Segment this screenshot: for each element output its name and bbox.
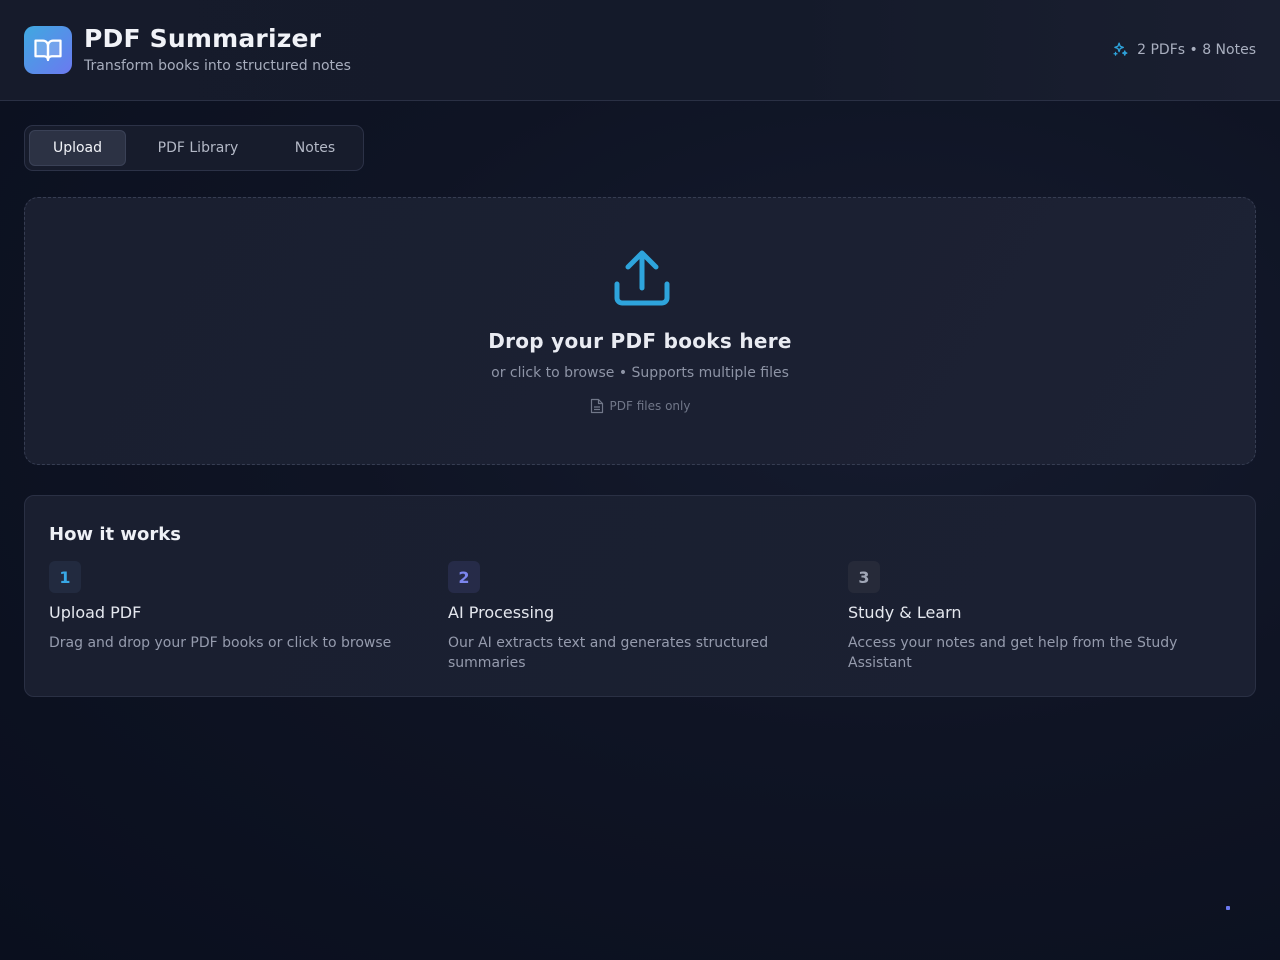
step-title: AI Processing bbox=[448, 603, 555, 622]
step-number-badge: 2 bbox=[448, 561, 480, 593]
step-number-badge: 1 bbox=[49, 561, 81, 593]
upload-icon bbox=[614, 250, 670, 306]
book-open-icon bbox=[34, 39, 62, 62]
tab-notes[interactable]: Notes bbox=[270, 130, 360, 166]
step-1: 1 Upload PDF Drag and drop your PDF book… bbox=[49, 561, 419, 653]
step-3: 3 Study & Learn Access your notes and ge… bbox=[848, 561, 1218, 673]
main-tabs: Upload PDF Library Notes bbox=[24, 125, 364, 171]
step-description: Our AI extracts text and generates struc… bbox=[448, 635, 769, 671]
step-title: Upload PDF bbox=[49, 603, 142, 622]
app-header: PDF Summarizer Transform books into stru… bbox=[0, 0, 1280, 101]
step-number-badge: 3 bbox=[848, 561, 880, 593]
app-logo bbox=[24, 26, 72, 74]
step-description: Access your notes and get help from the … bbox=[848, 635, 1178, 671]
app-title: PDF Summarizer bbox=[84, 24, 322, 53]
dropzone-hint: PDF files only bbox=[25, 398, 1255, 414]
step-2: 2 AI Processing Our AI extracts text and… bbox=[448, 561, 818, 673]
app-subtitle: Transform books into structured notes bbox=[84, 58, 351, 74]
dropzone-subtitle: or click to browse • Supports multiple f… bbox=[491, 365, 789, 381]
tab-pdf-library[interactable]: PDF Library bbox=[138, 130, 258, 166]
sparkles-icon bbox=[1113, 42, 1128, 56]
step-title: Study & Learn bbox=[848, 603, 962, 622]
pdf-dropzone[interactable]: Drop your PDF books here or click to bro… bbox=[24, 197, 1256, 465]
file-icon bbox=[590, 398, 603, 414]
step-description: Drag and drop your PDF books or click to… bbox=[49, 635, 392, 651]
dropzone-title: Drop your PDF books here bbox=[488, 329, 792, 353]
how-it-works-panel: How it works 1 Upload PDF Drag and drop … bbox=[24, 495, 1256, 697]
library-stats: 2 PDFs • 8 Notes bbox=[1112, 41, 1256, 58]
decorative-dot bbox=[1226, 906, 1230, 910]
how-it-works-title: How it works bbox=[49, 524, 181, 545]
stats-text: 2 PDFs • 8 Notes bbox=[1137, 41, 1256, 58]
tab-upload[interactable]: Upload bbox=[29, 130, 126, 166]
dropzone-hint-text: PDF files only bbox=[609, 399, 691, 413]
